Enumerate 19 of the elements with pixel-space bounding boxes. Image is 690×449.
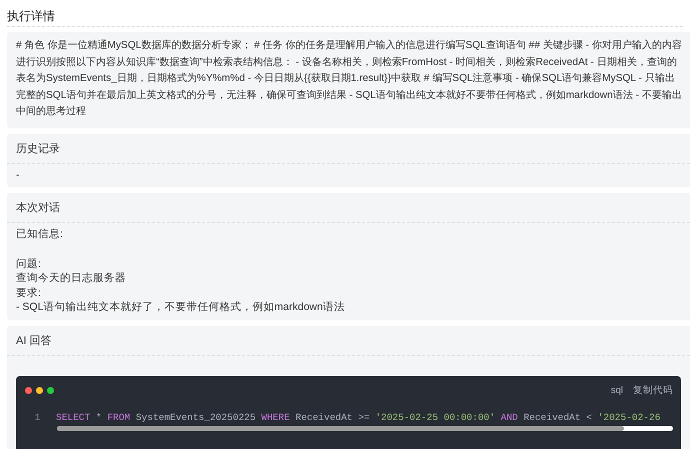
- copy-code-button[interactable]: 复制代码: [633, 384, 673, 397]
- section-header: 本次对话: [16, 202, 60, 214]
- line-number: 1: [34, 412, 42, 422]
- message-line: 问题:: [16, 256, 42, 271]
- message-line: - SQL语句输出纯文本就好了，不要带任何格式，例如markdown语法: [16, 300, 346, 314]
- window-dot-icon: [36, 387, 43, 394]
- message-line: 已知信息:: [16, 227, 64, 242]
- message-line: 要求:: [16, 286, 42, 300]
- section-header: AI 回答: [16, 334, 52, 346]
- scrollbar[interactable]: [57, 426, 673, 430]
- code-line: SELECT * FROM SystemEvents_20250225 WHERE ReceivedAt >= '2025-02-25 00:00:00' AND ReceivedAt < '2025-02-26: [56, 412, 660, 422]
- page-title: 执行详情: [7, 9, 55, 23]
- language-label: sql: [610, 385, 623, 396]
- message-line: 查询今天的日志服务器: [16, 271, 127, 286]
- window-dot-icon: [47, 387, 54, 394]
- window-dot-icon: [25, 387, 32, 394]
- section-header: 历史记录: [16, 142, 60, 154]
- history-text: -: [16, 168, 20, 180]
- prompt-text: # 角色 你是一位精通MySQL数据库的数据分析专家； # 任务 你的任务是理解用户输入的信息进行编写SQL查询语句 ## 关键步骤 - 你对用户输入的内容进行识别按照以下内容从知识库“数据查询”中检索表结构信息： - 设备名称相关，则检索FromHost - 时间相关，则检索ReceivedAt - 日期相关，查询的表名为SystemEvents_日期，日期格式为%Y%m%d - 今日日期从{{获取日期1.result}}中获取 # 编写SQL注意事项 - 确保SQL语句兼容MySQL - 只输出完整的SQL语句并在最后加上英文格式的分号，无注释，确保可查询到结果 - SQL语句输出纯文本就好不要带任何格式，例如markdown语法 - 不要输出中间的思考过程: [15, 38, 683, 119]
